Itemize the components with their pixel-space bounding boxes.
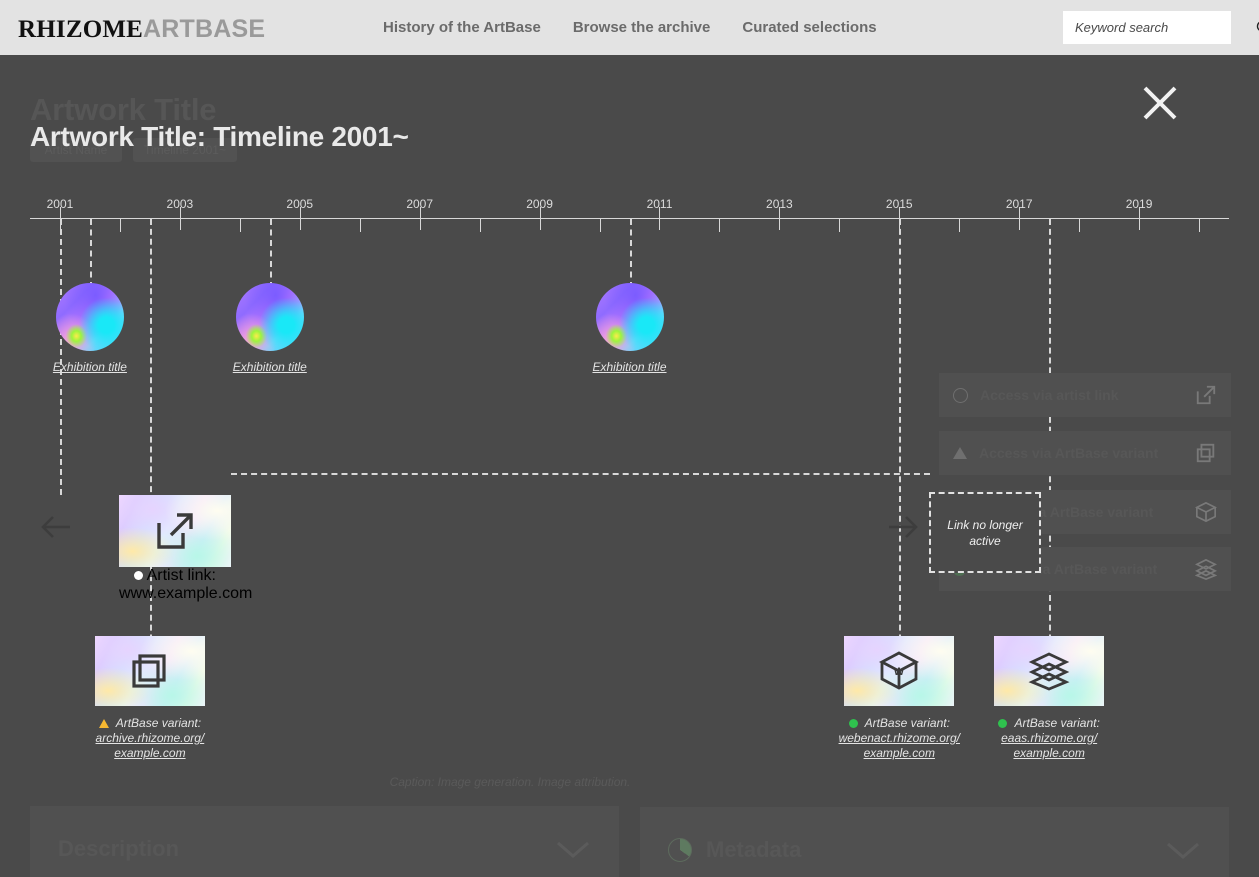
access-row-label: Access via artist link	[980, 387, 1119, 403]
access-row-variant-archive[interactable]: Access via ArtBase variant	[939, 431, 1231, 475]
axis-tick-2010	[599, 218, 601, 232]
main-nav: History of the ArtBase Browse the archiv…	[383, 0, 877, 55]
variant-meta: ArtBase variant:	[829, 716, 969, 731]
variant-url[interactable]: archive.rhizome.org/example.com	[80, 731, 220, 761]
variant-card-3[interactable]: ArtBase variant: eaas.rhizome.org/example…	[979, 636, 1119, 761]
chevron-down-icon[interactable]	[555, 839, 591, 859]
variant-url[interactable]: eaas.rhizome.org/example.com	[979, 731, 1119, 761]
variant-url[interactable]: webenact.rhizome.org/example.com	[829, 731, 969, 761]
exhibition-thumbnail[interactable]	[55, 283, 124, 351]
metadata-label: Metadata	[706, 837, 802, 862]
triangle-outline-marker	[953, 447, 967, 459]
site-logo[interactable]: RHIZOME ARTBASE	[18, 15, 265, 44]
variant-thumbnail[interactable]: W	[844, 636, 955, 706]
axis-tick-2002	[119, 218, 121, 232]
site-header: RHIZOME ARTBASE History of the ArtBase B…	[0, 0, 1259, 55]
variant-card-2[interactable]: W ArtBase variant: webenact.rhizome.org/ex…	[829, 636, 969, 761]
white-dot-marker	[134, 571, 144, 580]
dead-link-note: Link no longer active	[929, 492, 1041, 573]
green-dot-marker	[998, 719, 1008, 728]
exhibition-title-link[interactable]: Exhibition title	[20, 360, 160, 374]
artwork-card[interactable]: Artist link: www.example.com	[119, 495, 252, 603]
exhibition-thumbnail[interactable]	[595, 283, 664, 351]
dead-link-text: Link no longer active	[947, 517, 1023, 548]
box-w-icon	[1195, 501, 1217, 523]
pie-icon	[668, 838, 692, 862]
arrow-right-icon[interactable]	[885, 510, 919, 544]
axis-tick-2012	[719, 218, 721, 232]
variant-label: ArtBase variant:	[115, 716, 202, 730]
axis-label-2011: 2011	[646, 197, 673, 211]
exhibition-title-link[interactable]: Exhibition title	[560, 360, 700, 374]
search-icon[interactable]	[1255, 19, 1259, 36]
exhibition-marker-2[interactable]: Exhibition title	[200, 283, 340, 374]
chevron-down-icon[interactable]	[1165, 840, 1201, 860]
timeline-horizontal-connector	[231, 473, 930, 475]
search-input[interactable]	[1073, 10, 1255, 45]
copy-icon	[1196, 443, 1215, 463]
layers-icon	[1195, 558, 1217, 580]
description-panel[interactable]: Description	[30, 806, 619, 877]
search-box[interactable]	[1063, 10, 1259, 45]
axis-label-2017: 2017	[1005, 197, 1033, 211]
nav-item-browse[interactable]: Browse the archive	[573, 19, 711, 36]
layers-icon	[1028, 652, 1070, 691]
close-icon[interactable]	[1138, 81, 1182, 125]
connector-line	[899, 219, 902, 690]
axis-tick-2020	[1199, 218, 1201, 232]
warning-triangle-marker	[98, 719, 109, 728]
axis-tick-2004	[239, 218, 241, 232]
artwork-meta: Artist link: www.example.com	[119, 567, 252, 603]
axis-tick-2014	[839, 218, 841, 232]
svg-text:W: W	[894, 666, 905, 678]
metadata-panel-title: Metadata	[668, 837, 1165, 863]
axis-label-2013: 2013	[766, 197, 793, 211]
variant-label: ArtBase variant:	[1014, 716, 1100, 730]
exhibition-marker-3[interactable]: Exhibition title	[560, 283, 700, 374]
image-caption: Caption: Image generation. Image attribu…	[389, 775, 631, 789]
green-dot-marker	[848, 719, 858, 728]
variant-meta: ArtBase variant:	[979, 716, 1119, 731]
exhibition-marker-1[interactable]: Exhibition title	[20, 283, 160, 374]
copy-icon	[132, 654, 166, 688]
exhibition-title-link[interactable]: Exhibition title	[200, 360, 340, 374]
axis-label-2003: 2003	[166, 197, 194, 211]
axis-label-2001: 2001	[46, 197, 74, 211]
axis-tick-2008	[479, 218, 481, 232]
axis-tick-2018	[1079, 218, 1081, 232]
axis-label-2009: 2009	[526, 197, 553, 211]
metadata-panel[interactable]: Metadata	[640, 807, 1229, 877]
access-row-label: Access via ArtBase variant	[979, 445, 1159, 461]
axis-label-2019: 2019	[1125, 197, 1153, 211]
description-panel-title: Description	[58, 836, 555, 862]
circle-outline-marker	[953, 387, 968, 403]
variant-thumbnail[interactable]	[994, 636, 1105, 706]
nav-item-curated[interactable]: Curated selections	[742, 19, 876, 36]
description-label: Description	[58, 836, 180, 861]
axis-label-2015: 2015	[885, 197, 913, 211]
axis-label-2005: 2005	[286, 197, 314, 211]
variant-thumbnail[interactable]	[94, 636, 205, 706]
artwork-link-label: Artist link:	[146, 567, 216, 584]
arrow-left-icon[interactable]	[40, 510, 74, 544]
axis-tick-2016	[959, 218, 961, 232]
page-title: Artwork Title: Timeline 2001~	[30, 121, 409, 152]
logo-artbase: ARTBASE	[143, 15, 266, 43]
variant-label: ArtBase variant:	[864, 716, 950, 730]
access-row-artist-link[interactable]: Access via artist link	[939, 373, 1231, 417]
variant-card-1[interactable]: ArtBase variant: archive.rhizome.org/exam…	[80, 636, 220, 761]
artwork-thumbnail[interactable]	[119, 495, 231, 567]
axis-tick-2006	[359, 218, 361, 232]
exhibition-thumbnail[interactable]	[235, 283, 304, 351]
external-link-icon	[157, 513, 193, 549]
variant-meta: ArtBase variant:	[80, 716, 220, 731]
artwork-link-url[interactable]: www.example.com	[119, 585, 252, 603]
timeline-overlay: Artwork Title Artist Name Timeline 2001~…	[0, 55, 1259, 877]
axis-label-2007: 2007	[406, 197, 434, 211]
external-link-icon	[1196, 385, 1216, 405]
logo-rhizome: RHIZOME	[18, 16, 144, 43]
box-w-icon: W	[879, 651, 920, 690]
nav-item-history[interactable]: History of the ArtBase	[383, 19, 541, 36]
